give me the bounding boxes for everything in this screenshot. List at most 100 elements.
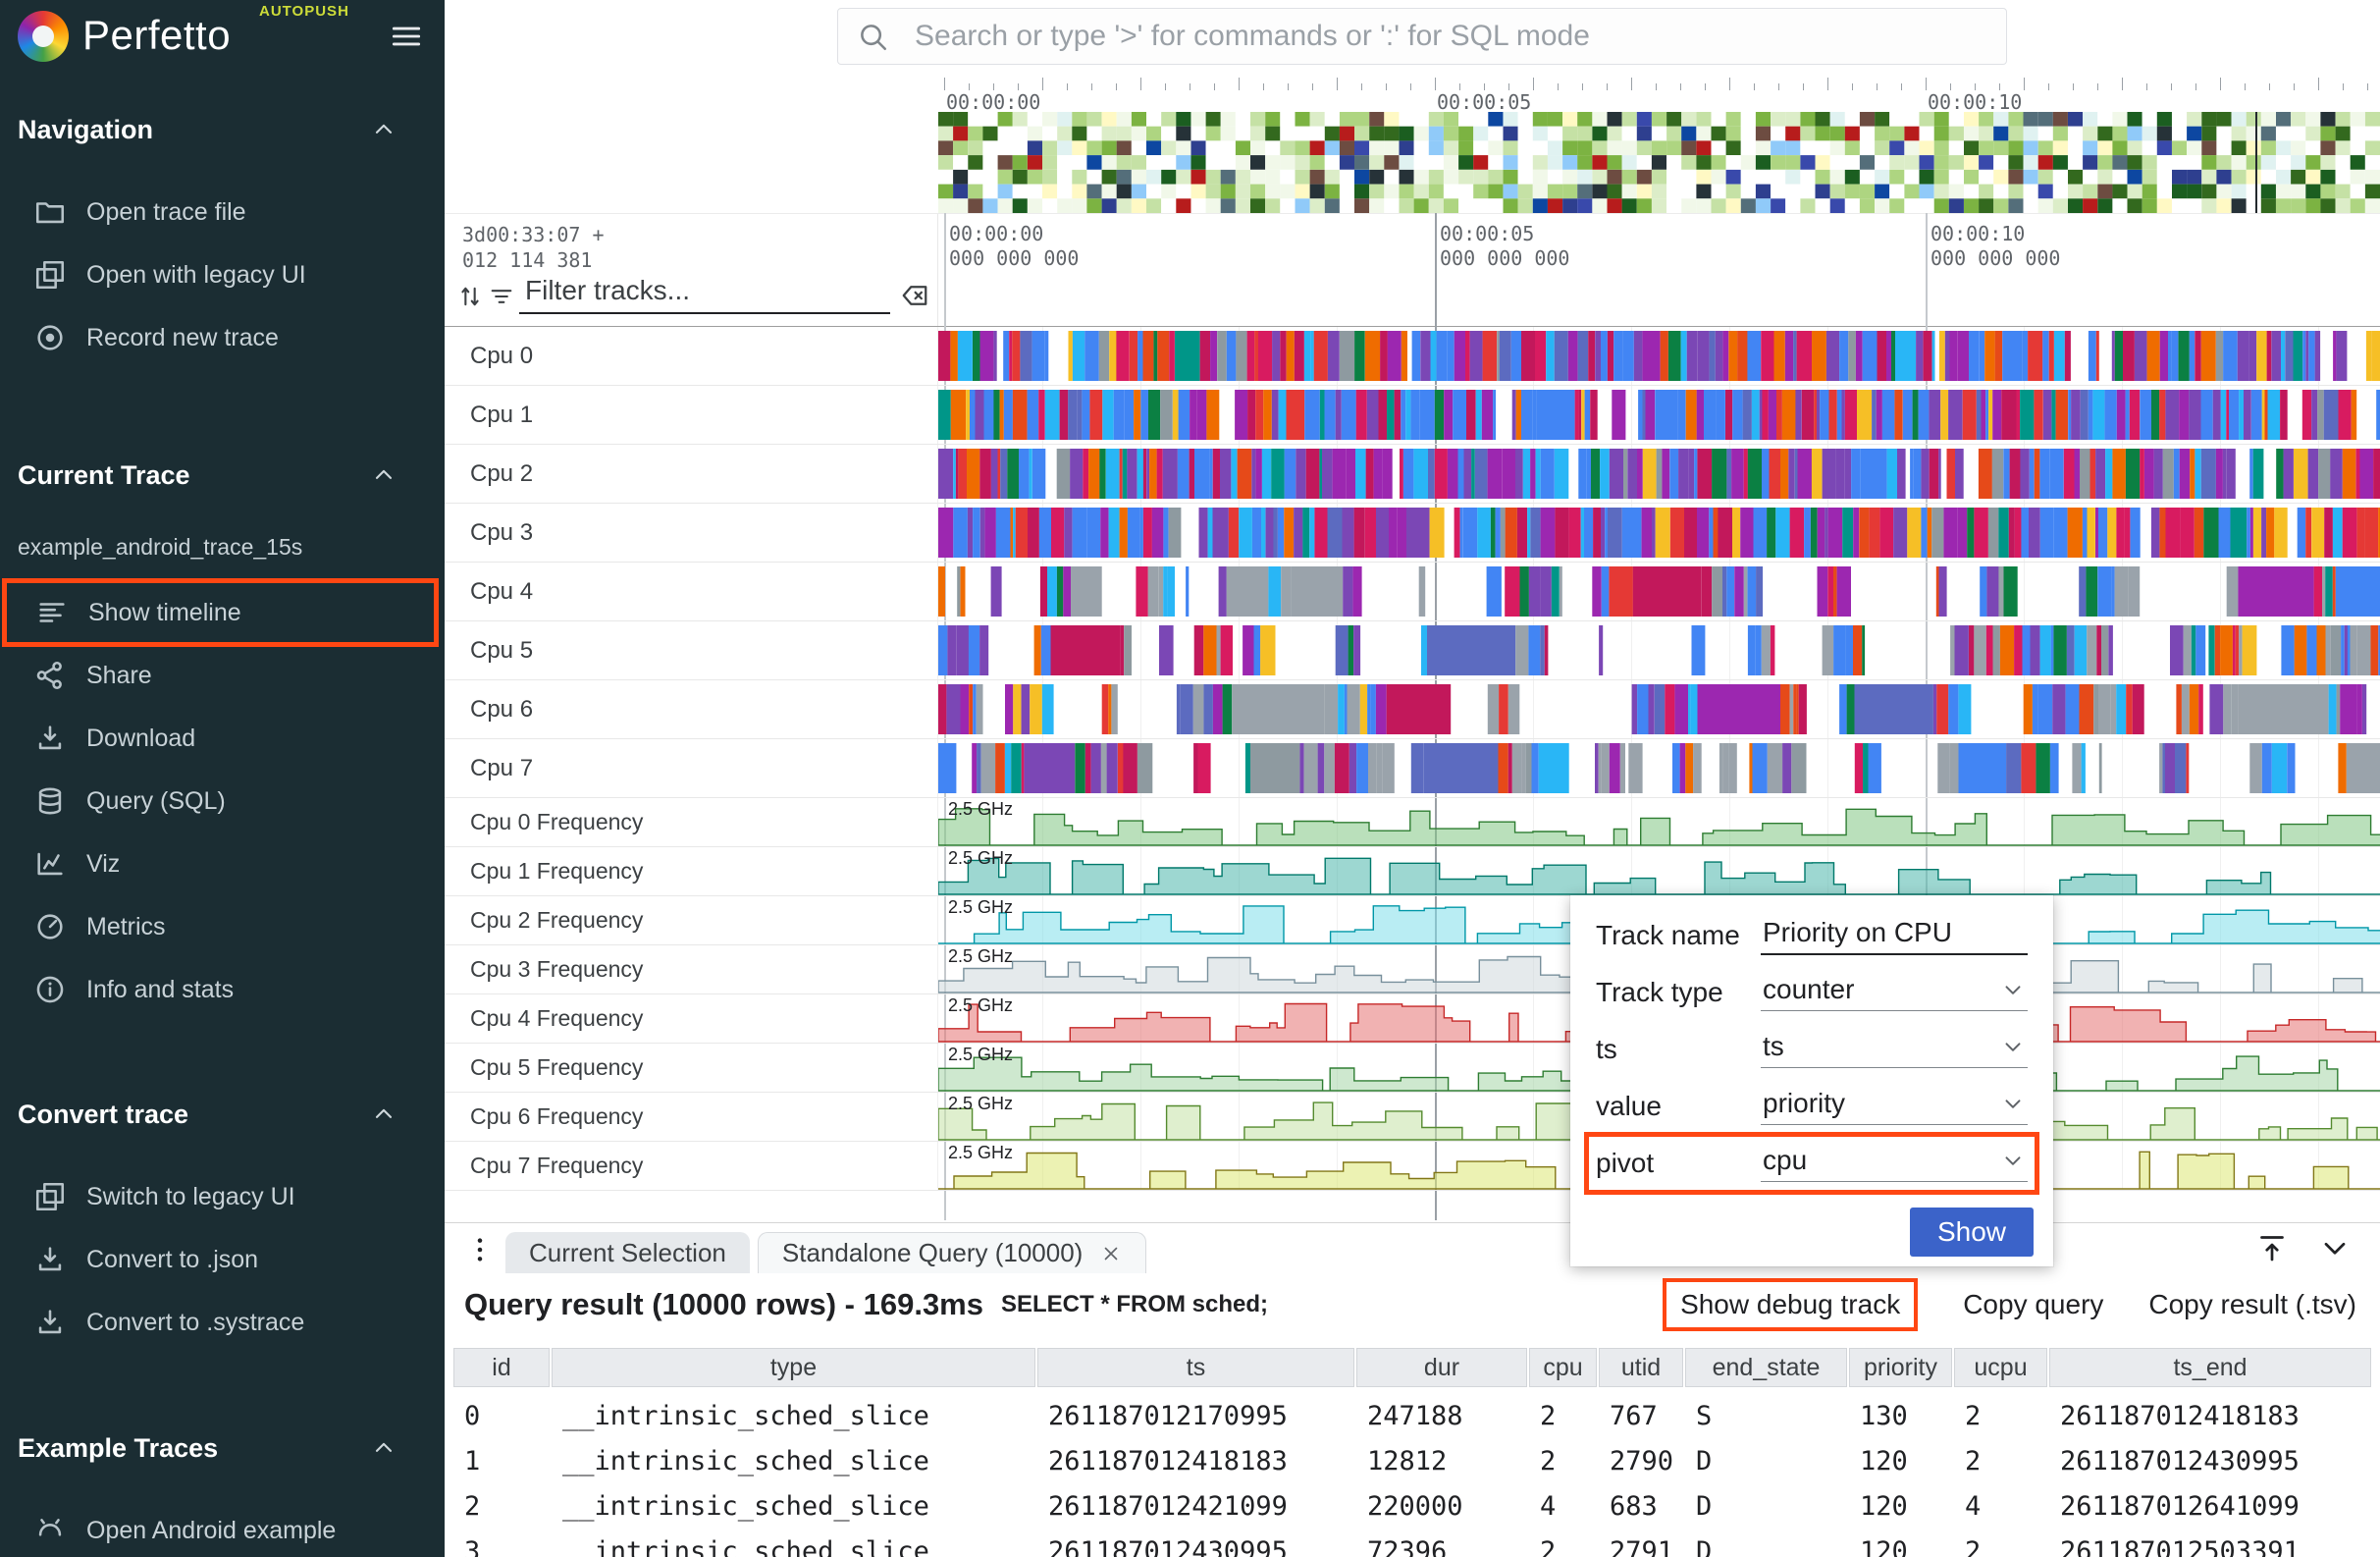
sidebar-item-query-sql[interactable]: Query (SQL) [0,770,445,832]
column-header-ts-end[interactable]: ts_end [2049,1348,2371,1387]
track-canvas[interactable]: 2.5 GHz [938,847,2380,895]
track-canvas[interactable] [938,445,2380,503]
track-canvas[interactable] [938,327,2380,385]
track-cpu-4[interactable]: Cpu 4 [445,563,2380,621]
table-row[interactable]: 2__intrinsic_sched_slice2611870124210992… [452,1483,2380,1529]
sidebar-item-info-and-stats[interactable]: Info and stats [0,958,445,1021]
list-filter-icon[interactable] [488,283,515,310]
sort-icon[interactable] [456,283,484,310]
pivot-select[interactable]: cpu [1761,1145,2028,1182]
sidebar-item-share[interactable]: Share [0,644,445,707]
tab-standalone-query-10000[interactable]: Standalone Query (10000) [758,1232,1146,1273]
sidebar-item-convert-to-json[interactable]: Convert to .json [0,1228,445,1291]
overview-minimap[interactable]: 00:00:0000:00:0500:00:10 [938,90,2380,213]
track-title: Cpu 3 Frequency [445,945,938,993]
track-canvas[interactable] [938,386,2380,444]
overflow-menu-icon[interactable] [464,1234,496,1265]
column-header-ucpu[interactable]: ucpu [1954,1348,2047,1387]
sidebar-item-download[interactable]: Download [0,707,445,770]
track-canvas[interactable] [938,563,2380,620]
table-cell: 72396 [1355,1536,1528,1557]
track-name-input[interactable]: Priority on CPU [1761,917,2028,955]
track-cpu-1[interactable]: Cpu 1 [445,386,2380,445]
clear-filter-icon[interactable] [900,281,929,310]
table-cell: 261187012430995 [2048,1446,2372,1476]
track-cpu-2[interactable]: Cpu 2 [445,445,2380,504]
column-header-utid[interactable]: utid [1599,1348,1683,1387]
collapse-panel-icon[interactable] [2317,1230,2353,1265]
track-canvas[interactable] [938,680,2380,738]
track-cpu-0[interactable]: Cpu 0 [445,327,2380,386]
section-header-navigation[interactable]: Navigation [0,108,445,151]
track-cpu-0-frequency[interactable]: Cpu 0 Frequency 2.5 GHz [445,798,2380,847]
sidebar-item-metrics[interactable]: Metrics [0,895,445,958]
table-cell: 261187012430995 [1036,1536,1355,1557]
table-cell: 3 [452,1536,551,1557]
sidebar-item-switch-to-legacy-ui[interactable]: Switch to legacy UI [0,1165,445,1228]
download-icon [33,1243,67,1276]
column-header-dur[interactable]: dur [1356,1348,1527,1387]
sidebar-item-record-new-trace[interactable]: Record new trace [0,306,445,369]
filter-tracks-input[interactable]: Filter tracks... [519,275,890,314]
sidebar-item-label: Open trace file [86,198,246,227]
expand-panel-icon[interactable] [2254,1230,2290,1265]
viz-icon [33,847,67,881]
track-type-select[interactable]: counter [1761,974,2028,1011]
column-header-ts[interactable]: ts [1037,1348,1354,1387]
table-row[interactable]: 1__intrinsic_sched_slice2611870124181831… [452,1438,2380,1483]
action-copy-result-tsv[interactable]: Copy result (.tsv) [2148,1289,2356,1320]
field-label: Track type [1596,977,1761,1008]
track-cpu-6-frequency[interactable]: Cpu 6 Frequency 2.5 GHz [445,1093,2380,1142]
track-canvas[interactable] [938,504,2380,562]
axis-time-label: 00:00:05000 000 000 [1440,222,1569,271]
table-row[interactable]: 0__intrinsic_sched_slice2611870121709952… [452,1393,2380,1438]
section-navigation: Navigation Open trace file Open with leg… [0,108,445,369]
track-cpu-3[interactable]: Cpu 3 [445,504,2380,563]
track-cpu-5-frequency[interactable]: Cpu 5 Frequency 2.5 GHz [445,1044,2380,1093]
section-header-example-traces[interactable]: Example Traces [0,1426,445,1470]
sidebar-item-open-trace-file[interactable]: Open trace file [0,181,445,243]
table-cell: 12812 [1355,1446,1528,1476]
section-header-current-trace[interactable]: Current Trace [0,454,445,497]
section-title: Current Trace [18,460,370,491]
menu-icon[interactable] [388,18,425,55]
section-header-convert-trace[interactable]: Convert trace [0,1093,445,1136]
track-cpu-2-frequency[interactable]: Cpu 2 Frequency 2.5 GHz [445,896,2380,945]
track-canvas[interactable] [938,739,2380,797]
track-cpu-6[interactable]: Cpu 6 [445,680,2380,739]
track-cpu-3-frequency[interactable]: Cpu 3 Frequency 2.5 GHz [445,945,2380,994]
track-canvas[interactable]: 2.5 GHz [938,798,2380,846]
table-cell: 2 [452,1491,551,1522]
sidebar-item-show-timeline[interactable]: Show timeline [2,578,439,647]
action-copy-query[interactable]: Copy query [1963,1289,2103,1320]
track-cpu-1-frequency[interactable]: Cpu 1 Frequency 2.5 GHz [445,847,2380,896]
overview-heatmap [938,112,2380,213]
search-icon [856,20,889,53]
show-button[interactable]: Show [1910,1208,2034,1257]
brand-wrap: Perfetto AUTOPUSH [82,0,388,73]
column-header-cpu[interactable]: cpu [1529,1348,1597,1387]
tab-current-selection[interactable]: Current Selection [505,1232,750,1273]
table-row[interactable]: 3__intrinsic_sched_slice2611870124309957… [452,1529,2380,1557]
sidebar-item-open-with-legacy-ui[interactable]: Open with legacy UI [0,243,445,306]
column-header-id[interactable]: id [453,1348,550,1387]
sidebar-item-convert-to-systrace[interactable]: Convert to .systrace [0,1291,445,1354]
value-select[interactable]: priority [1761,1088,2028,1125]
sidebar-item-viz[interactable]: Viz [0,832,445,895]
table-cell: 247188 [1355,1401,1528,1431]
track-cpu-7[interactable]: Cpu 7 [445,739,2380,798]
table-cell: 2 [1528,1536,1598,1557]
column-header-priority[interactable]: priority [1849,1348,1952,1387]
sidebar-item-open-android-example[interactable]: Open Android example [0,1499,445,1557]
column-header-type[interactable]: type [552,1348,1035,1387]
track-cpu-7-frequency[interactable]: Cpu 7 Frequency 2.5 GHz [445,1142,2380,1191]
table-cell: 2 [1953,1401,2048,1431]
track-canvas[interactable] [938,621,2380,679]
action-show-debug-track[interactable]: Show debug track [1663,1278,1918,1331]
ts-select[interactable]: ts [1761,1031,2028,1068]
search-input[interactable]: Search or type '>' for commands or ':' f… [837,8,2007,65]
track-cpu-5[interactable]: Cpu 5 [445,621,2380,680]
sidebar: Perfetto AUTOPUSH Navigation Open trace … [0,0,445,1557]
track-cpu-4-frequency[interactable]: Cpu 4 Frequency 2.5 GHz [445,994,2380,1044]
column-header-end-state[interactable]: end_state [1685,1348,1847,1387]
